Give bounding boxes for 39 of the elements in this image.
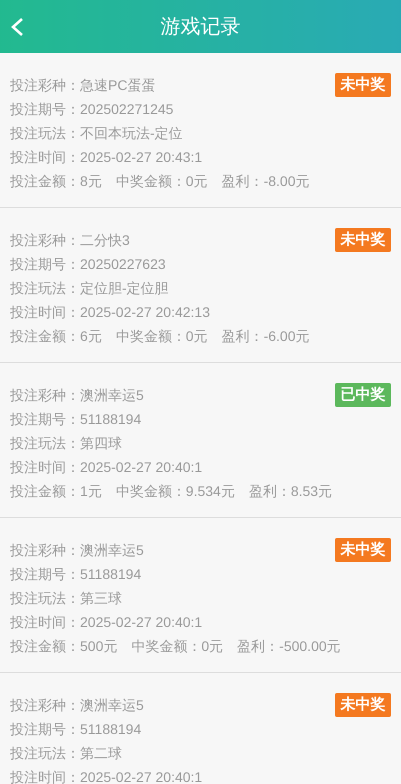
record-detail: 投注时间：2025-02-27 20:43:1 (10, 148, 202, 167)
record-detail: 投注期号：51188194 (10, 565, 142, 584)
record-detail: 投注期号：51188194 (10, 410, 142, 429)
amount-text: 盈利：-6.00元 (222, 327, 310, 346)
record-detail: 投注时间：2025-02-27 20:42:13 (10, 303, 210, 322)
record-detail: 投注玩法：第二球 (10, 744, 122, 763)
record-detail: 投注玩法：定位胆-定位胆 (10, 279, 169, 298)
record-detail: 投注期号：202502271245 (10, 100, 174, 119)
record-detail: 投注玩法：不回本玩法-定位 (10, 124, 183, 143)
record-detail: 投注玩法：第四球 (10, 434, 122, 453)
status-badge: 未中奖 (335, 693, 391, 717)
amount-text: 中奖金额：0元 (131, 637, 224, 656)
amount-text: 中奖金额：0元 (116, 327, 208, 346)
amount-text: 投注金额：8元 (10, 172, 102, 191)
record-detail: 投注时间：2025-02-27 20:40:1 (10, 768, 202, 784)
amount-text: 盈利：-500.00元 (237, 637, 341, 656)
amount-text: 盈利：-8.00元 (222, 172, 310, 191)
back-icon[interactable] (10, 17, 24, 37)
record-detail: 投注彩种：急速PC蛋蛋 (10, 76, 156, 95)
status-badge: 未中奖 (335, 228, 391, 252)
status-badge: 未中奖 (335, 73, 391, 97)
record-detail: 投注期号：51188194 (10, 720, 142, 739)
amount-text: 中奖金额：0元 (116, 172, 208, 191)
status-badge: 未中奖 (335, 538, 391, 562)
record-detail: 投注彩种：二分快3 (10, 231, 130, 250)
record-detail: 投注时间：2025-02-27 20:40:1 (10, 458, 202, 477)
status-badge: 已中奖 (335, 383, 391, 407)
record-detail: 投注彩种：澳洲幸运5 (10, 696, 144, 715)
record-detail: 投注时间：2025-02-27 20:40:1 (10, 613, 202, 632)
record-detail: 投注彩种：澳洲幸运5 (10, 541, 144, 560)
record-detail: 投注彩种：澳洲幸运5 (10, 386, 144, 405)
record-detail: 投注玩法：第三球 (10, 589, 122, 608)
amount-text: 投注金额：500元 (10, 637, 118, 656)
amount-text: 中奖金额：9.534元 (116, 482, 235, 501)
record-detail: 投注期号：20250227623 (10, 255, 166, 274)
amount-text: 盈利：8.53元 (248, 482, 332, 501)
page-title: 游戏记录 (160, 15, 240, 40)
amount-text: 投注金额：6元 (10, 327, 102, 346)
amount-text: 投注金额：1元 (10, 482, 102, 501)
